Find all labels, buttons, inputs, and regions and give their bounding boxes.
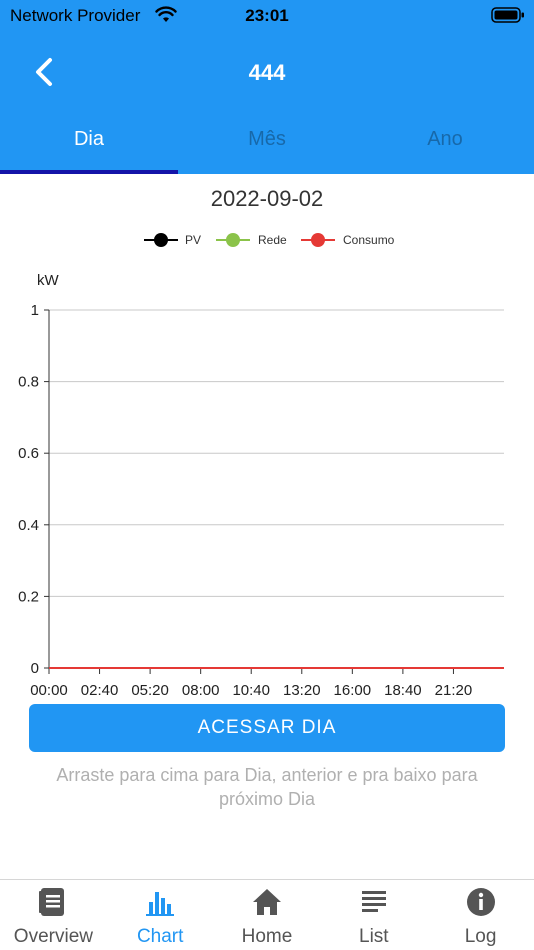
- nav-home[interactable]: Home: [214, 880, 321, 950]
- nav-log[interactable]: Log: [427, 880, 534, 950]
- y-tick-label: 0.4: [18, 517, 39, 534]
- y-axis-ticks: 0 0.2 0.4 0.6 0.8 1: [18, 302, 49, 677]
- x-axis-ticks: 00:00 02:40 05:20 08:00 10:40 13:20 16:00 18:40…: [30, 668, 472, 699]
- y-tick-label: 0.8: [18, 374, 39, 391]
- nav-chart[interactable]: Chart: [107, 880, 214, 950]
- nav-label-log: Log: [464, 926, 497, 947]
- period-tabs: Dia Mês Ano: [0, 116, 534, 174]
- chart-legend: PV Rede Consumo: [0, 228, 534, 252]
- bottom-nav: Overview Chart Home List Log: [0, 879, 534, 950]
- document-icon: [39, 888, 65, 916]
- nav-label-overview: Overview: [13, 926, 93, 947]
- x-tick-label: 02:40: [81, 682, 119, 699]
- x-tick-label: 00:00: [30, 682, 68, 699]
- legend-item-pv[interactable]: PV: [142, 228, 201, 252]
- x-tick-label: 16:00: [334, 682, 372, 699]
- tab-dia[interactable]: Dia: [0, 116, 178, 174]
- y-tick-label: 0.2: [18, 588, 39, 605]
- tab-indicator: [0, 170, 178, 174]
- x-tick-label: 18:40: [384, 682, 422, 699]
- page-title: 444: [248, 60, 286, 85]
- line-chart: kW 0 0.2 0.4 0.6 0.8 1 00:00 02:40 05:20 08:00 10…: [18, 272, 504, 699]
- info-icon: [466, 888, 495, 916]
- swipe-hint: Arraste para cima para Dia, anterior e p…: [56, 765, 478, 809]
- chart-grid: [48, 309, 504, 674]
- x-tick-label: 05:20: [131, 682, 169, 699]
- list-icon: [361, 891, 386, 912]
- legend-marker-pv: [144, 233, 178, 247]
- bar-chart-icon: [146, 892, 175, 916]
- legend-label-consumo: Consumo: [343, 233, 395, 247]
- x-tick-label: 21:20: [435, 682, 473, 699]
- nav-label-home: Home: [241, 926, 293, 947]
- nav-list[interactable]: List: [320, 880, 427, 950]
- x-tick-label: 13:20: [283, 682, 321, 699]
- nav-label-chart: Chart: [136, 926, 184, 947]
- legend-item-rede[interactable]: Rede: [214, 228, 287, 252]
- legend-marker-rede: [216, 233, 250, 247]
- nav-label-list: List: [359, 926, 389, 947]
- legend-marker-consumo: [301, 233, 335, 247]
- tab-mes[interactable]: Mês: [178, 116, 356, 174]
- y-tick-label: 1: [31, 302, 39, 319]
- app-header: Network Provider 23:01 444 Dia Mês Ano: [0, 0, 534, 174]
- legend-item-consumo[interactable]: Consumo: [299, 228, 394, 252]
- acessar-dia-button[interactable]: ACESSAR DIA: [29, 704, 505, 752]
- status-time: 23:01: [245, 6, 289, 25]
- y-tick-label: 0.6: [18, 445, 39, 462]
- battery-icon: [491, 7, 524, 23]
- home-icon: [252, 889, 281, 915]
- status-bar: Network Provider 23:01: [0, 0, 534, 32]
- tab-ano[interactable]: Ano: [356, 116, 534, 174]
- nav-overview[interactable]: Overview: [0, 880, 107, 950]
- legend-label-rede: Rede: [258, 233, 287, 247]
- x-tick-label: 10:40: [232, 682, 270, 699]
- y-tick-label: 0: [31, 660, 39, 677]
- legend-label-pv: PV: [185, 233, 202, 247]
- y-axis-label: kW: [37, 272, 60, 289]
- chart-date: 2022-09-02: [210, 186, 324, 211]
- x-tick-label: 08:00: [182, 682, 220, 699]
